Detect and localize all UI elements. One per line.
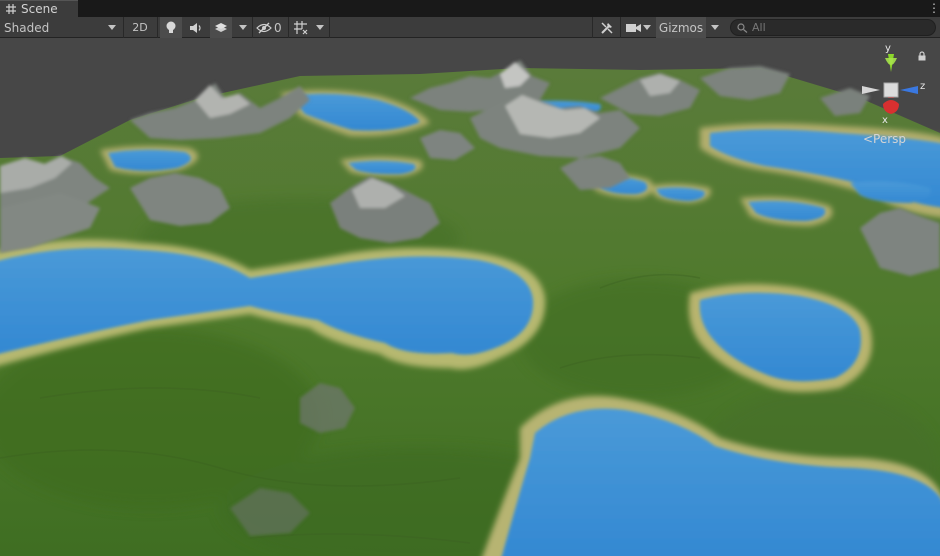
camera-icon <box>625 23 641 32</box>
tools-icon <box>601 21 613 34</box>
effects-toggle-button[interactable] <box>210 17 232 38</box>
lighting-toggle-button[interactable] <box>160 17 182 38</box>
effects-dropdown[interactable] <box>236 17 250 38</box>
window-tab-bar: Scene ⋮ <box>0 0 940 17</box>
gizmo-y-label: y <box>885 43 891 54</box>
gizmo-z-label: z <box>920 81 926 92</box>
grid-snap-icon <box>293 21 307 35</box>
camera-settings-button[interactable] <box>624 17 642 38</box>
scene-toolbar: Shaded 2D 0 Gizmos All <box>0 17 940 38</box>
chevron-down-icon <box>316 25 324 30</box>
chevron-down-icon <box>108 25 116 30</box>
scene-tab[interactable]: Scene <box>0 0 78 17</box>
scene-tab-label: Scene <box>21 2 58 16</box>
shading-mode-dropdown[interactable]: Shaded <box>4 17 120 38</box>
projection-toggle[interactable]: <Persp <box>863 132 906 146</box>
gizmo-center-cube[interactable] <box>883 82 899 98</box>
grid-dropdown[interactable] <box>313 17 327 38</box>
x-axis-cone[interactable] <box>883 100 899 114</box>
search-icon <box>737 22 748 33</box>
audio-toggle-button[interactable] <box>184 17 206 38</box>
layers-effects-icon <box>215 23 227 32</box>
chevron-down-icon <box>239 25 247 30</box>
gizmos-toggle-button[interactable]: Gizmos <box>656 17 706 38</box>
chevron-down-icon <box>711 25 719 30</box>
tools-button[interactable] <box>597 17 617 38</box>
camera-dropdown[interactable] <box>641 17 653 38</box>
hidden-objects-count: 0 <box>274 20 282 35</box>
gizmos-dropdown[interactable] <box>707 17 723 38</box>
toggle-2d-label: 2D <box>132 21 148 34</box>
neg-x-axis-cone[interactable] <box>862 86 880 94</box>
scene-viewport[interactable]: y z x <Persp <box>0 38 940 556</box>
z-axis-cone[interactable] <box>900 86 918 94</box>
search-placeholder: All <box>752 21 766 34</box>
search-input[interactable]: All <box>730 19 936 36</box>
speaker-icon <box>189 22 201 33</box>
lightbulb-icon <box>166 21 176 33</box>
toggle-2d-button[interactable]: 2D <box>126 17 154 38</box>
gizmos-label: Gizmos <box>658 20 704 35</box>
terrain-render <box>0 38 940 556</box>
grid-snapping-button[interactable] <box>291 17 309 38</box>
gizmo-x-label: x <box>882 115 888 126</box>
more-options-icon[interactable]: ⋮ <box>928 1 940 15</box>
eye-slash-icon <box>256 22 272 33</box>
grid-icon <box>6 4 16 14</box>
hidden-objects-toggle[interactable]: 0 <box>256 17 286 38</box>
chevron-down-icon <box>643 25 651 30</box>
lock-icon[interactable] <box>918 51 926 61</box>
shading-mode-value: Shaded <box>4 20 50 35</box>
